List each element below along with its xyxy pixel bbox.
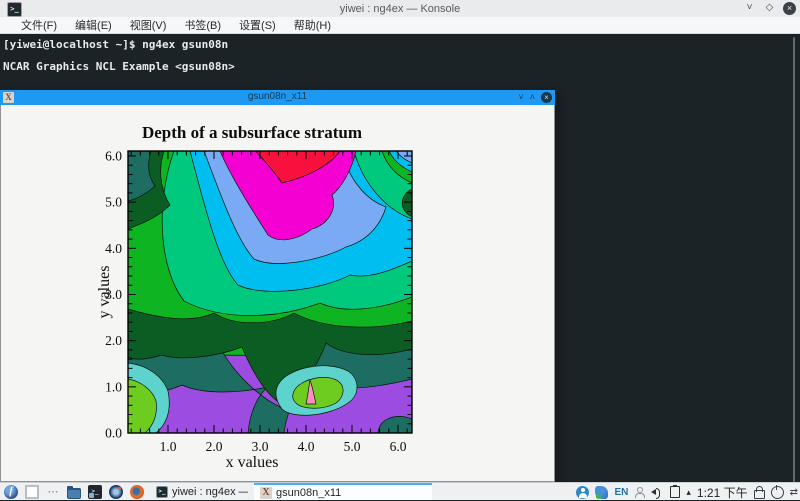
pager-icon[interactable] [25, 485, 39, 499]
minimize-button[interactable]: ˅ [743, 2, 756, 15]
firefox-icon[interactable] [130, 485, 144, 499]
terminal-output-line: NCAR Graphics NCL Example <gsun08n> [3, 60, 235, 73]
power-icon[interactable] [771, 486, 784, 499]
menu-help[interactable]: 帮助(H) [285, 17, 340, 33]
menu-bookmarks[interactable]: 书签(B) [175, 17, 230, 33]
tick-label: 0.0 [105, 426, 122, 441]
task-gsun08n-x11[interactable]: X gsun08n_x11 [254, 483, 432, 500]
overflow-dots-icon[interactable]: ⋯ [46, 485, 60, 499]
system-tray: EN ▴ 1:21 下午 ⇄ [576, 483, 798, 501]
konsole-menubar: 文件(F) 编辑(E) 视图(V) 书签(B) 设置(S) 帮助(H) [0, 17, 800, 34]
x11-task-icon: X [260, 487, 272, 499]
x11-titlebar[interactable]: X gsun08n_x11 ˅ ˄ × [0, 90, 555, 105]
menu-view[interactable]: 视图(V) [121, 17, 176, 33]
x-axis-label: x values [84, 454, 420, 472]
task-manager: >_ yiwei : ng4ex — Konsole X gsun08n_x11 [150, 483, 432, 500]
konsole-titlebar[interactable]: >_ yiwei : ng4ex — Konsole ˅ ◇ × [0, 0, 800, 17]
dark-app-icon[interactable]: >_ [88, 485, 102, 499]
tick-label: 2.0 [206, 439, 223, 454]
y-axis-label: y values [96, 237, 114, 347]
plot-title: Depth of a subsurface stratum [84, 123, 420, 143]
maximize-button[interactable]: ◇ [763, 2, 776, 15]
x11-close-button[interactable]: × [541, 92, 552, 103]
app-launcher-icon[interactable]: f [4, 485, 18, 499]
taskbar: f ⋯ >_ >_ yiwei : ng4ex — Konsole X gsun… [0, 482, 800, 500]
x11-maximize-button[interactable]: ˄ [530, 92, 535, 103]
terminal-scrollbar[interactable] [793, 37, 795, 482]
person-outline-icon[interactable] [634, 486, 645, 498]
user-switcher-icon[interactable] [576, 486, 589, 499]
tick-label: 5.0 [344, 439, 361, 454]
x11-minimize-button[interactable]: ˅ [518, 92, 523, 103]
menu-file[interactable]: 文件(F) [12, 17, 66, 33]
tick-label: 6.0 [390, 439, 407, 454]
clock[interactable]: 1:21 下午 [697, 484, 748, 501]
tick-label: 4.0 [298, 439, 315, 454]
tick-label: 5.0 [105, 195, 122, 210]
task-label: gsun08n_x11 [276, 487, 341, 499]
panel-toggle-icon[interactable]: ⇄ [790, 487, 798, 498]
konsole-task-icon: >_ [156, 486, 168, 498]
dock: f ⋯ >_ [2, 483, 144, 501]
input-method-icon[interactable] [595, 486, 608, 499]
x11-window-title: gsun08n_x11 [0, 91, 555, 102]
volume-icon[interactable] [651, 486, 664, 498]
contour-plot: 1.02.03.04.05.06.00.01.02.03.04.05.06.0 [84, 145, 420, 462]
terminal-prompt-line: [yiwei@localhost ~]$ ng4ex gsun08n [3, 38, 228, 51]
lock-screen-icon[interactable] [754, 490, 765, 499]
tick-label: 6.0 [105, 148, 122, 163]
konsole-window-title: yiwei : ng4ex — Konsole [0, 3, 800, 15]
tick-label: 3.0 [252, 439, 269, 454]
task-label: yiwei : ng4ex — Konsole [172, 486, 248, 498]
desktop: >_ yiwei : ng4ex — Konsole ˅ ◇ × 文件(F) 编… [0, 0, 800, 500]
keyboard-layout-indicator[interactable]: EN [614, 487, 628, 498]
close-button[interactable]: × [783, 2, 796, 15]
menu-settings[interactable]: 设置(S) [230, 17, 285, 33]
x11-plot-window: X gsun08n_x11 ˅ ˄ × Depth of a subsurfac… [0, 90, 555, 482]
expand-tray-icon[interactable]: ▴ [686, 486, 691, 498]
tick-label: 1.0 [105, 379, 122, 394]
tick-label: 1.0 [160, 439, 177, 454]
task-konsole[interactable]: >_ yiwei : ng4ex — Konsole [150, 483, 254, 500]
file-manager-icon[interactable] [67, 488, 81, 499]
menu-edit[interactable]: 编辑(E) [66, 17, 121, 33]
konqueror-icon[interactable] [109, 485, 123, 499]
clipboard-icon[interactable] [670, 486, 680, 498]
